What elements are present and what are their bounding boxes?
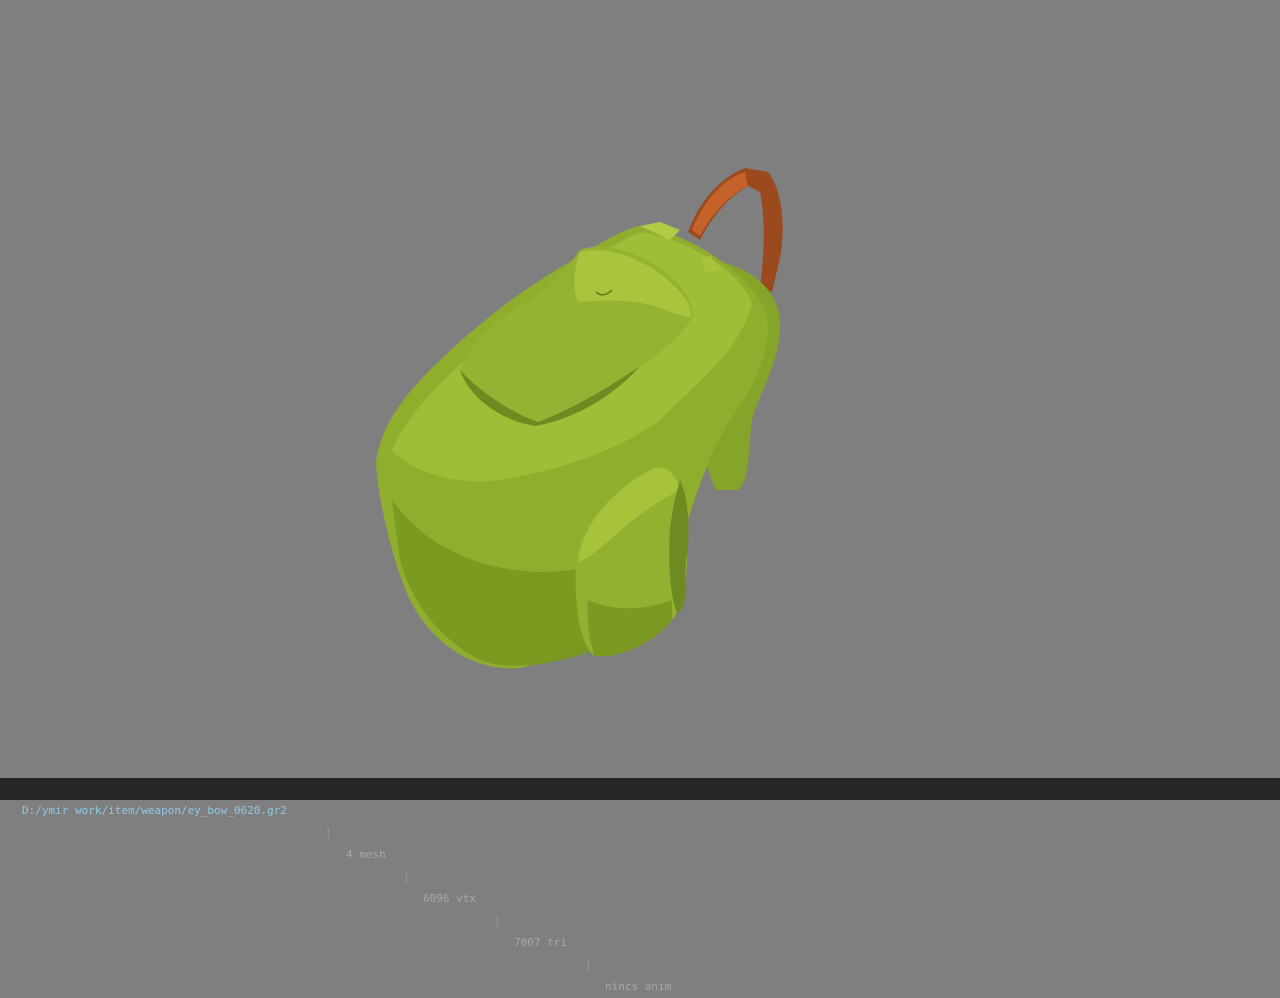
anim-status: nincs anim xyxy=(605,980,672,993)
status-separator: | xyxy=(585,958,592,971)
file-path-label: D:/ymir work/item/weapon/ey_bow_0620.gr2 xyxy=(22,804,287,817)
3d-viewport[interactable] xyxy=(0,0,1280,778)
vertex-count: 6096 vtx xyxy=(423,892,476,905)
triangle-count: 7007 tri xyxy=(514,936,567,949)
mesh-count: 4 mesh xyxy=(346,848,386,861)
status-separator: | xyxy=(494,914,501,927)
backpack-model-render xyxy=(376,168,783,669)
status-bar: D:/ymir work/item/weapon/ey_bow_0620.gr2… xyxy=(0,778,1280,993)
status-separator: | xyxy=(403,870,410,883)
status-separator: | xyxy=(325,826,332,839)
